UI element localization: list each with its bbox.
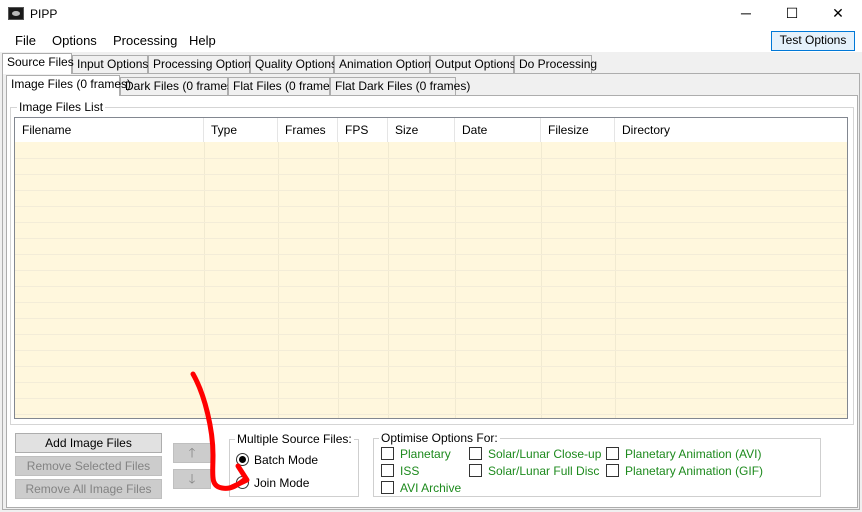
list-row-divider [15, 270, 847, 271]
tab-animation-options[interactable]: Animation Options [334, 55, 437, 74]
batch-mode-label: Batch Mode [254, 453, 319, 467]
column-type[interactable]: Type [204, 118, 278, 142]
column-filesize[interactable]: Filesize [541, 118, 615, 142]
image-files-list-title: Image Files List [17, 100, 106, 114]
minimize-button[interactable]: ─ [723, 0, 769, 28]
list-row-divider [15, 350, 847, 351]
solar-lunar-full-disc-checkbox[interactable] [469, 464, 482, 477]
list-row-divider [15, 254, 847, 255]
join-mode-label: Join Mode [254, 476, 310, 490]
list-row-divider [15, 318, 847, 319]
list-header: Filename Type Frames FPS Size Date Files… [15, 118, 847, 142]
add-image-files-button[interactable]: Add Image Files [15, 433, 162, 453]
planetary-animation-avi-label: Planetary Animation (AVI) [625, 447, 762, 461]
window-title: PIPP [30, 7, 58, 21]
tab-output-options[interactable]: Output Options [430, 55, 516, 74]
column-fps[interactable]: FPS [338, 118, 388, 142]
solar-lunar-close-up-label: Solar/Lunar Close-up [488, 447, 602, 461]
tab-flat-dark-files[interactable]: Flat Dark Files (0 frames) [330, 77, 470, 96]
pipp-app-icon [8, 7, 24, 20]
solar-lunar-close-up-checkbox[interactable] [469, 447, 482, 460]
menu-options[interactable]: Options [52, 33, 97, 48]
tab-quality-options[interactable]: Quality Options [250, 55, 337, 74]
column-frames[interactable]: Frames [278, 118, 338, 142]
planetary-checkbox[interactable] [381, 447, 394, 460]
tab-image-files[interactable]: Image Files (0 frames) [6, 75, 131, 96]
list-row-divider [15, 286, 847, 287]
join-mode-radio[interactable] [236, 476, 249, 489]
list-row-divider [15, 414, 847, 415]
column-directory[interactable]: Directory [615, 118, 847, 142]
menu-processing[interactable]: Processing [113, 33, 177, 48]
avi-archive-checkbox[interactable] [381, 481, 394, 494]
list-row-divider [15, 222, 847, 223]
list-row-divider [15, 174, 847, 175]
list-row-divider [15, 302, 847, 303]
tab-processing-options[interactable]: Processing Options [148, 55, 257, 74]
list-row-divider [15, 334, 847, 335]
close-button[interactable]: ✕ [815, 0, 861, 28]
move-down-arrow-icon[interactable]: 🡓 [173, 469, 211, 489]
tab-flat-files[interactable]: Flat Files (0 frames) [228, 77, 340, 96]
list-row-divider [15, 206, 847, 207]
image-files-list[interactable]: Filename Type Frames FPS Size Date Files… [14, 117, 848, 419]
tab-dark-files[interactable]: Dark Files (0 frames) [120, 77, 237, 96]
menu-bar: File Options Processing Help [0, 28, 862, 52]
move-up-arrow-icon[interactable]: 🡑 [173, 443, 211, 463]
remove-all-image-files-button[interactable]: Remove All Image Files [15, 479, 162, 499]
planetary-label: Planetary [400, 447, 451, 461]
planetary-animation-avi-checkbox[interactable] [606, 447, 619, 460]
tab-source-files[interactable]: Source Files [2, 53, 74, 74]
tab-input-options[interactable]: Input Options [72, 55, 148, 74]
iss-checkbox[interactable] [381, 464, 394, 477]
maximize-button[interactable]: ☐ [769, 0, 815, 28]
column-size[interactable]: Size [388, 118, 455, 142]
optimise-options-title: Optimise Options For: [379, 431, 500, 445]
planetary-animation-gif-label: Planetary Animation (GIF) [625, 464, 764, 478]
test-options-button[interactable]: Test Options [771, 31, 855, 51]
solar-lunar-full-disc-label: Solar/Lunar Full Disc [488, 464, 600, 478]
menu-file[interactable]: File [15, 33, 36, 48]
list-row-divider [15, 366, 847, 367]
multiple-source-files-title: Multiple Source Files: [235, 432, 354, 446]
batch-mode-radio[interactable] [236, 453, 249, 466]
list-row-divider [15, 398, 847, 399]
remove-selected-files-button[interactable]: Remove Selected Files [15, 456, 162, 476]
column-date[interactable]: Date [455, 118, 541, 142]
list-row-divider [15, 382, 847, 383]
planetary-animation-gif-checkbox[interactable] [606, 464, 619, 477]
list-row-divider [15, 238, 847, 239]
list-row-divider [15, 190, 847, 191]
tab-do-processing[interactable]: Do Processing [514, 55, 597, 74]
menu-help[interactable]: Help [189, 33, 216, 48]
column-filename[interactable]: Filename [15, 118, 204, 142]
avi-archive-label: AVI Archive [400, 481, 462, 495]
iss-label: ISS [400, 464, 420, 478]
list-row-divider [15, 158, 847, 159]
title-bar: PIPP ─ ☐ ✕ [0, 0, 862, 28]
